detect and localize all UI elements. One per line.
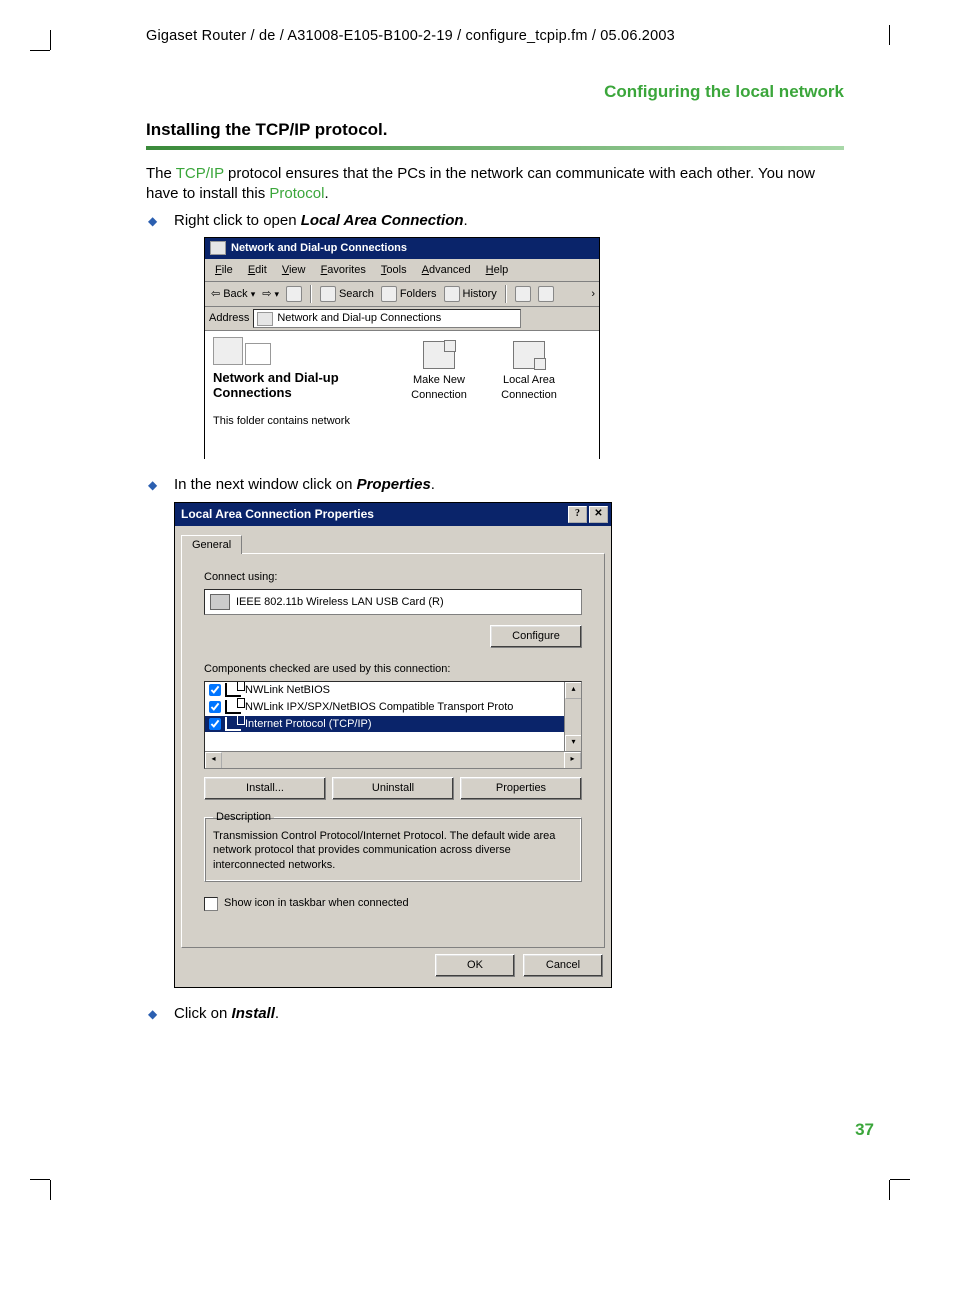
adapter-field: IEEE 802.11b Wireless LAN USB Card (R) xyxy=(204,589,582,615)
subsection-title: Installing the TCP/IP protocol. xyxy=(146,120,844,140)
back-button[interactable]: ⇦ Back ▾ xyxy=(209,286,257,303)
up-button[interactable] xyxy=(284,285,304,303)
menu-advanced[interactable]: Advanced xyxy=(416,261,477,280)
pane-description: This folder contains network xyxy=(213,415,388,428)
folder-icon xyxy=(245,343,271,365)
icon-area: Make New Connection Local Area Connectio… xyxy=(394,331,599,459)
close-button[interactable]: ✕ xyxy=(589,506,608,523)
component-item-selected[interactable]: Internet Protocol (TCP/IP) xyxy=(205,716,581,733)
uninstall-button[interactable]: Uninstall xyxy=(332,777,454,800)
description-legend: Description xyxy=(213,810,274,825)
menu-file[interactable]: File xyxy=(209,261,239,280)
intro-paragraph: The TCP/IP protocol ensures that the PCs… xyxy=(146,164,844,205)
menu-favorites[interactable]: Favorites xyxy=(315,261,372,280)
scroll-down-icon[interactable]: ▾ xyxy=(565,735,582,752)
divider xyxy=(146,146,844,150)
description-text: Transmission Control Protocol/Internet P… xyxy=(213,829,573,874)
folder-up-icon xyxy=(286,286,302,302)
link-tcpip: TCP/IP xyxy=(176,165,224,182)
vertical-scrollbar[interactable]: ▴ ▾ xyxy=(564,682,581,752)
step-item: In the next window click on Properties. … xyxy=(146,475,844,988)
show-icon-option[interactable]: Show icon in taskbar when connected xyxy=(204,896,582,911)
local-area-connection[interactable]: Local Area Connection xyxy=(494,341,564,403)
checkbox[interactable] xyxy=(204,897,218,911)
horizontal-scrollbar[interactable]: ◂ ▸ xyxy=(205,751,581,768)
menu-help[interactable]: Help xyxy=(480,261,515,280)
dialog-panel: Connect using: IEEE 802.11b Wireless LAN… xyxy=(181,553,605,948)
menu-bar[interactable]: File Edit View Favorites Tools Advanced … xyxy=(205,259,599,283)
window-titlebar: Network and Dial-up Connections xyxy=(205,238,599,259)
scroll-right-icon[interactable]: ▸ xyxy=(564,752,581,769)
toolbar: ⇦ Back ▾ ⇨ ▾ Search Folders History › xyxy=(205,282,599,307)
tool-button-1[interactable] xyxy=(513,285,533,303)
install-button[interactable]: Install... xyxy=(204,777,326,800)
step-item: Click on Install. xyxy=(146,1004,844,1024)
menu-view[interactable]: View xyxy=(276,261,312,280)
step-item: Right click to open Local Area Connectio… xyxy=(146,211,844,460)
scroll-left-icon[interactable]: ◂ xyxy=(205,752,222,769)
lan-connection-icon xyxy=(513,341,545,369)
history-icon xyxy=(444,286,460,302)
adapter-name: IEEE 802.11b Wireless LAN USB Card (R) xyxy=(236,595,444,610)
component-checkbox[interactable] xyxy=(209,684,221,696)
address-field[interactable]: Network and Dial-up Connections xyxy=(253,309,521,328)
protocol-icon xyxy=(225,683,241,697)
properties-button[interactable]: Properties xyxy=(460,777,582,800)
connect-using-label: Connect using: xyxy=(204,570,582,585)
components-label: Components checked are used by this conn… xyxy=(204,662,582,677)
forward-button[interactable]: ⇨ ▾ xyxy=(260,286,281,303)
tool-icon xyxy=(538,286,554,302)
description-group: Description Transmission Control Protoco… xyxy=(204,810,582,882)
connections-icon xyxy=(213,337,243,365)
configure-button[interactable]: Configure xyxy=(490,625,582,648)
dialog-titlebar: Local Area Connection Properties ? ✕ xyxy=(175,503,611,526)
ok-button[interactable]: OK xyxy=(435,954,515,977)
cancel-button[interactable]: Cancel xyxy=(523,954,603,977)
tab-general[interactable]: General xyxy=(181,535,242,555)
help-button[interactable]: ? xyxy=(568,506,587,523)
protocol-icon xyxy=(225,717,241,731)
window-icon xyxy=(210,241,226,255)
nic-icon xyxy=(210,594,230,610)
page-number: 37 xyxy=(855,1120,874,1140)
scroll-up-icon[interactable]: ▴ xyxy=(565,682,582,699)
folders-icon xyxy=(381,286,397,302)
components-listbox[interactable]: NWLink NetBIOS NWLink IPX/SPX/NetBIOS Co… xyxy=(204,681,582,769)
document-path: Gigaset Router / de / A31008-E105-B100-2… xyxy=(146,28,844,44)
info-pane: Network and Dial-up Connections This fol… xyxy=(205,331,394,459)
dialog-title: Local Area Connection Properties xyxy=(181,506,374,522)
folders-button[interactable]: Folders xyxy=(379,285,439,303)
history-button[interactable]: History xyxy=(442,285,499,303)
component-item[interactable]: NWLink NetBIOS xyxy=(205,682,581,699)
link-protocol: Protocol xyxy=(269,185,324,202)
protocol-icon xyxy=(225,700,241,714)
search-icon xyxy=(320,286,336,302)
address-icon xyxy=(257,312,273,326)
address-label: Address xyxy=(209,311,249,326)
make-new-connection[interactable]: Make New Connection xyxy=(404,341,474,403)
component-checkbox[interactable] xyxy=(209,701,221,713)
section-header: Configuring the local network xyxy=(88,82,844,102)
new-connection-icon xyxy=(423,341,455,369)
screenshot-network-connections: Network and Dial-up Connections File Edi… xyxy=(204,237,600,460)
tool-icon xyxy=(515,286,531,302)
tool-button-2[interactable] xyxy=(536,285,556,303)
address-bar: Address Network and Dial-up Connections xyxy=(205,307,599,331)
menu-edit[interactable]: Edit xyxy=(242,261,273,280)
component-item[interactable]: NWLink IPX/SPX/NetBIOS Compatible Transp… xyxy=(205,699,581,716)
menu-tools[interactable]: Tools xyxy=(375,261,413,280)
pane-title: Network and Dial-up Connections xyxy=(213,371,388,401)
component-checkbox[interactable] xyxy=(209,718,221,730)
window-title: Network and Dial-up Connections xyxy=(231,241,407,256)
screenshot-connection-properties: Local Area Connection Properties ? ✕ Gen… xyxy=(174,502,612,988)
search-button[interactable]: Search xyxy=(318,285,376,303)
